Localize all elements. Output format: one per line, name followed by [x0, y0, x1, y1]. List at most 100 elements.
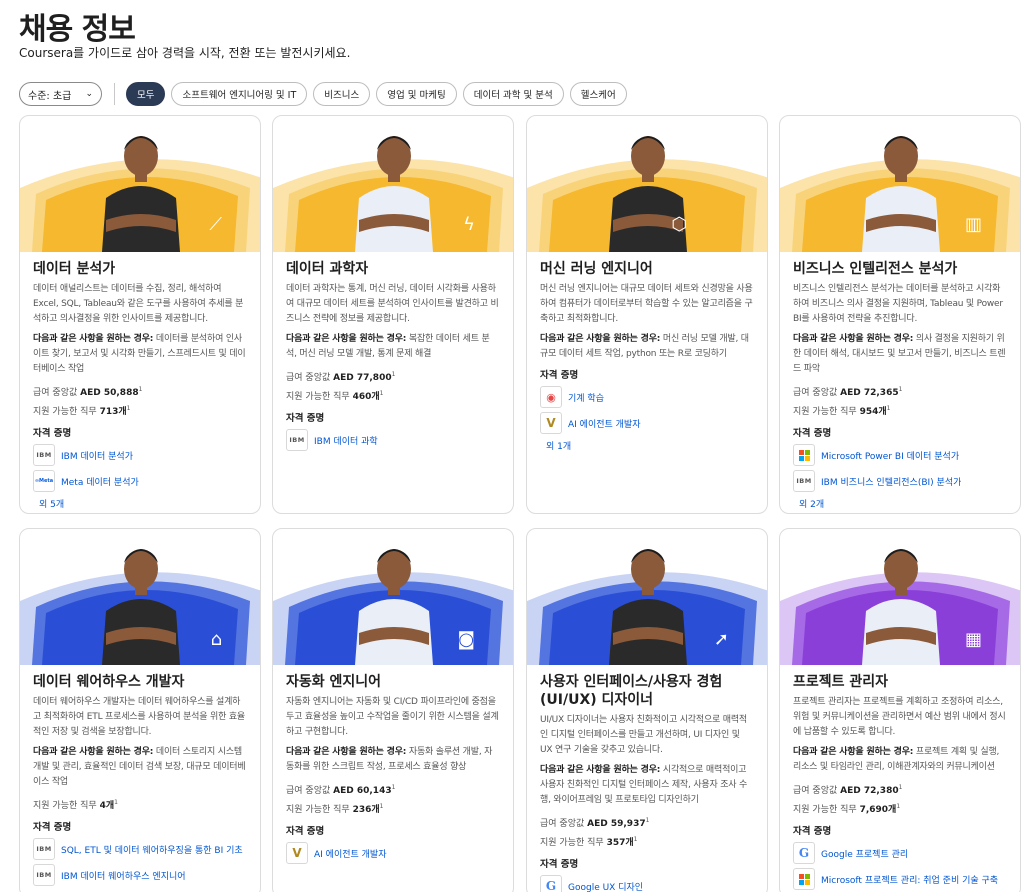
- salary-stat: 급여 중앙값 AED 60,1431: [286, 784, 396, 796]
- salary-value: AED 59,937: [587, 819, 646, 829]
- jobs-value: 7,690개: [859, 805, 897, 815]
- credential-item[interactable]: IBM IBM 비즈니스 인텔리전스(BI) 분석가: [793, 469, 1007, 493]
- jobs-stat: 지원 가능한 직무 954개1: [793, 405, 891, 417]
- credential-name[interactable]: Google UX 디자인: [568, 880, 643, 892]
- career-card[interactable]: ▥ 비즈니스 인텔리전스 분석가 비즈니스 인텔리전스 분석가는 데이터를 분석하고…: [779, 115, 1021, 514]
- hexagon-icon: ⬡: [671, 214, 687, 235]
- credential-item[interactable]: Microsoft Power BI 데이터 분석가: [793, 443, 1007, 467]
- career-title[interactable]: 데이터 분석가: [33, 260, 247, 278]
- credential-item[interactable]: G Google UX 디자인: [540, 874, 754, 892]
- credential-name[interactable]: SQL, ETL 및 데이터 웨어하우징을 통한 BI 기초: [61, 843, 243, 856]
- career-card[interactable]: ⬡ 머신 러닝 엔지니어 머신 러닝 엔지니어는 대규모 데이터 세트와 신경망을 …: [526, 115, 768, 514]
- credential-item[interactable]: IBM SQL, ETL 및 데이터 웨어하우징을 통한 BI 기초: [33, 837, 247, 861]
- credential-item[interactable]: ◉ 기계 학습: [540, 385, 754, 409]
- jobs-stat: 지원 가능한 직무 236개1: [286, 803, 384, 815]
- chip-business[interactable]: 비즈니스: [313, 82, 371, 106]
- chip-data-science[interactable]: 데이터 과학 및 분석: [462, 82, 564, 106]
- salary-stat: 급여 중앙값 AED 50,8881: [33, 386, 143, 398]
- credential-name[interactable]: Google 프로젝트 관리: [821, 847, 908, 860]
- vanderbilt-logo-icon: V: [286, 842, 308, 864]
- filter-divider: [114, 83, 115, 105]
- career-card[interactable]: ϟ 데이터 과학자 데이터 과학자는 통계, 머신 러닝, 데이터 시각화를 사용하…: [272, 115, 514, 514]
- needs-prefix: 다음과 같은 사항을 원하는 경우:: [33, 747, 154, 757]
- jobs-label: 지원 가능한 직무: [286, 805, 350, 815]
- career-description: 데이터 웨어하우스 개발자는 데이터 웨어하우스를 설계하고 최적화하여 ETL…: [33, 697, 245, 737]
- career-needs: 다음과 같은 사항을 원하는 경우: 복잡한 데이터 세트 분석, 머신 러닝 …: [286, 332, 500, 362]
- ibm-logo-icon: IBM: [793, 470, 815, 492]
- career-title[interactable]: 비즈니스 인텔리전스 분석가: [793, 260, 1007, 278]
- certs-heading: 자격 증명: [540, 859, 579, 870]
- credential-name[interactable]: 기계 학습: [568, 391, 604, 404]
- career-hero-image: ▥: [780, 116, 1020, 252]
- robot-icon: ◙: [457, 629, 475, 650]
- credential-name[interactable]: Meta 데이터 분석가: [61, 475, 139, 488]
- credential-item[interactable]: IBM IBM 데이터 웨어하우스 엔지니어: [33, 863, 247, 887]
- salary-label: 급여 중앙값: [793, 388, 838, 398]
- credential-item[interactable]: V AI 에이전트 개발자: [286, 841, 500, 865]
- career-card[interactable]: ▦ 프로젝트 관리자 프로젝트 관리자는 프로젝트를 계획하고 조정하여 리소스, …: [779, 528, 1021, 892]
- credential-name[interactable]: Microsoft 프로젝트 관리: 취업 준비 기술 구축: [821, 873, 998, 886]
- career-card[interactable]: ◙ 자동화 엔지니어 자동화 엔지니어는 자동화 및 CI/CD 파이프라인에 중점…: [272, 528, 514, 892]
- needs-prefix: 다음과 같은 사항을 원하는 경우:: [540, 334, 661, 344]
- credential-name[interactable]: AI 에이전트 개발자: [568, 417, 641, 430]
- credential-item[interactable]: G Google 프로젝트 관리: [793, 841, 1007, 865]
- career-description: 데이터 애널리스트는 데이터를 수집, 정리, 해석하여 Excel, SQL,…: [33, 284, 244, 324]
- career-needs: 다음과 같은 사항을 원하는 경우: 자동화 솔루션 개발, 자동화를 위한 스…: [286, 745, 500, 775]
- cursor-icon: ➚: [713, 629, 729, 650]
- career-card[interactable]: ⌂ 데이터 웨어하우스 개발자 데이터 웨어하우스 개발자는 데이터 웨어하우스를 …: [19, 528, 261, 892]
- chip-sales-marketing[interactable]: 영업 및 마케팅: [376, 82, 457, 106]
- certs-heading: 자격 증명: [286, 826, 325, 837]
- career-needs: 다음과 같은 사항을 원하는 경우: 데이터 스토리지 시스템 개발 및 관리,…: [33, 745, 247, 790]
- career-card[interactable]: ➚ 사용자 인터페이스/사용자 경험 (UI/UX) 디자이너 UI/UX 디자이너…: [526, 528, 768, 892]
- jobs-value: 713개: [99, 407, 127, 417]
- credential-item[interactable]: ∞Meta Meta 데이터 분석가: [33, 469, 247, 493]
- ibm-logo-icon: IBM: [33, 838, 55, 860]
- career-title[interactable]: 데이터 과학자: [286, 260, 500, 278]
- page-title: 채용 정보: [19, 12, 136, 47]
- certs-heading: 자격 증명: [540, 370, 579, 381]
- career-title[interactable]: 데이터 웨어하우스 개발자: [33, 673, 247, 691]
- career-needs: 다음과 같은 사항을 원하는 경우: 프로젝트 계획 및 실행, 리소스 및 타…: [793, 745, 1007, 775]
- certs-heading: 자격 증명: [793, 428, 832, 439]
- level-dropdown[interactable]: 수준: 초급 ⌄: [19, 82, 102, 106]
- career-hero-image: ϟ: [273, 116, 513, 252]
- salary-stat: 급여 중앙값 AED 77,8001: [286, 371, 396, 383]
- filter-bar: 수준: 초급 ⌄ 모두 소프트웨어 엔지니어링 및 IT 비즈니스 영업 및 마…: [19, 82, 633, 106]
- google-logo-icon: G: [793, 842, 815, 864]
- credential-name[interactable]: IBM 데이터 과학: [314, 434, 378, 447]
- jobs-stat: 지원 가능한 직무 4개1: [33, 799, 118, 811]
- ibm-logo-icon: IBM: [33, 864, 55, 886]
- microsoft-logo-icon: [793, 444, 815, 466]
- career-title[interactable]: 머신 러닝 엔지니어: [540, 260, 754, 278]
- credential-name[interactable]: IBM 데이터 분석가: [61, 449, 133, 462]
- credential-name[interactable]: IBM 비즈니스 인텔리전스(BI) 분석가: [821, 475, 961, 488]
- chip-software-it[interactable]: 소프트웨어 엔지니어링 및 IT: [171, 82, 308, 106]
- career-hero-image: ◙: [273, 529, 513, 665]
- credential-item[interactable]: IBM IBM 데이터 분석가: [33, 443, 247, 467]
- jobs-stat: 지원 가능한 직무 713개1: [33, 405, 131, 417]
- career-hero-image: ⬡: [527, 116, 767, 252]
- more-credentials-link[interactable]: 외 2개: [799, 497, 1007, 510]
- credential-item[interactable]: IBM IBM 데이터 과학: [286, 428, 500, 452]
- jobs-value: 236개: [352, 805, 380, 815]
- credential-name[interactable]: AI 에이전트 개발자: [314, 847, 387, 860]
- credential-name[interactable]: Microsoft Power BI 데이터 분석가: [821, 449, 959, 462]
- calendar-icon: ▦: [964, 629, 982, 650]
- chart-icon: ⟋: [209, 214, 222, 235]
- more-credentials-link[interactable]: 외 5개: [39, 497, 247, 510]
- needs-prefix: 다음과 같은 사항을 원하는 경우:: [793, 334, 914, 344]
- more-credentials-link[interactable]: 외 1개: [546, 439, 754, 452]
- career-title[interactable]: 사용자 인터페이스/사용자 경험 (UI/UX) 디자이너: [540, 673, 754, 709]
- career-card[interactable]: ⟋ 데이터 분석가데이터 애널리스트는 데이터를 수집, 정리, 해석하여 Exc…: [19, 115, 261, 514]
- credential-name[interactable]: IBM 데이터 웨어하우스 엔지니어: [61, 869, 186, 882]
- career-title[interactable]: 자동화 엔지니어: [286, 673, 500, 691]
- chip-healthcare[interactable]: 헬스케어: [569, 82, 627, 106]
- credential-item[interactable]: V AI 에이전트 개발자: [540, 411, 754, 435]
- career-hero-image: ⟋: [20, 116, 260, 252]
- certs-heading: 자격 증명: [793, 826, 832, 837]
- salary-stat: 급여 중앙값 AED 59,9371: [540, 817, 650, 829]
- jobs-label: 지원 가능한 직무: [540, 838, 604, 848]
- credential-item[interactable]: Microsoft 프로젝트 관리: 취업 준비 기술 구축: [793, 867, 1007, 891]
- chip-all[interactable]: 모두: [126, 82, 166, 106]
- career-title[interactable]: 프로젝트 관리자: [793, 673, 1007, 691]
